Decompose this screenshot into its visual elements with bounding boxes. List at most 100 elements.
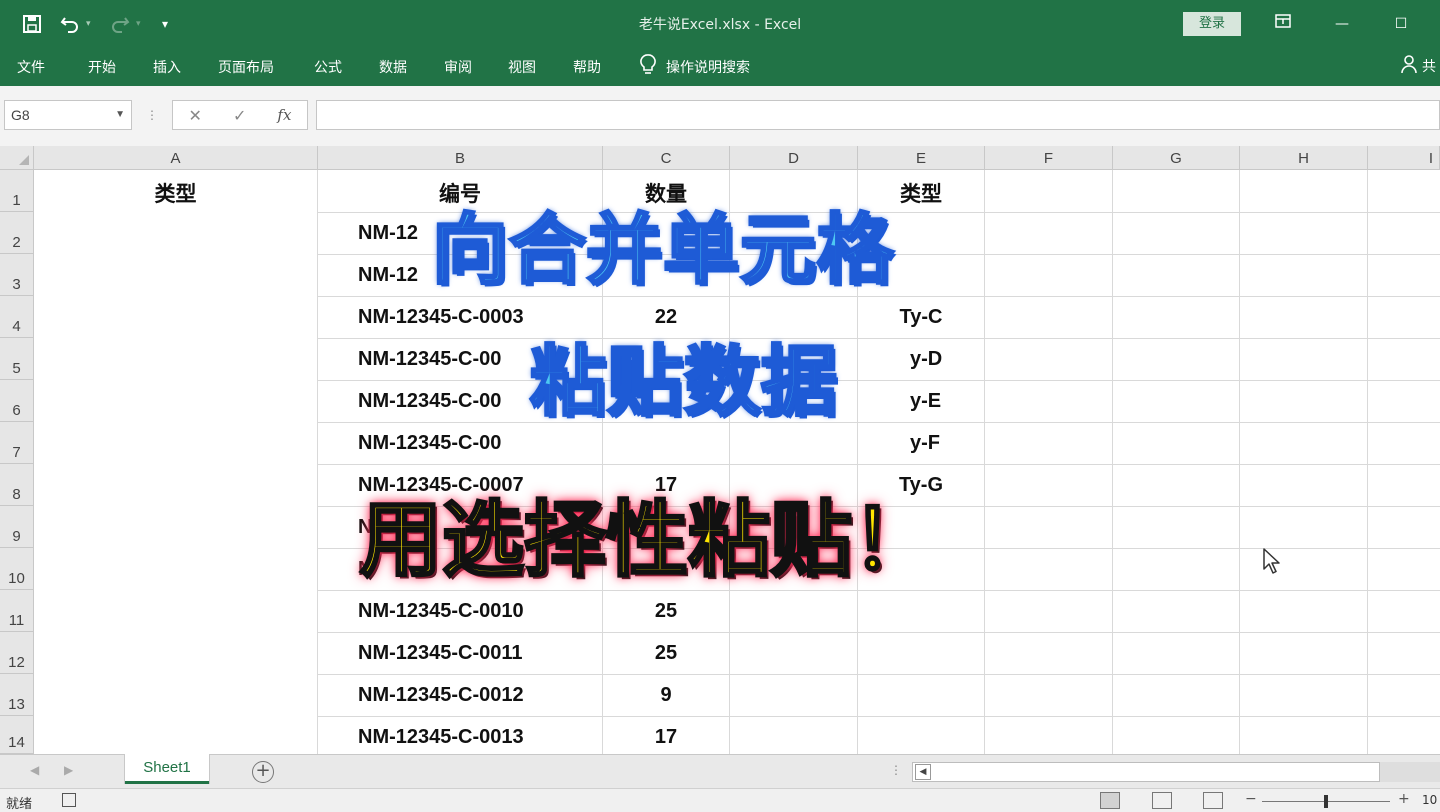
cell-b12[interactable]: NM-12345-C-0011 <box>358 642 523 665</box>
row-header[interactable]: 5 <box>0 338 34 380</box>
lightbulb-icon <box>640 54 656 80</box>
row-header[interactable]: 10 <box>0 548 34 590</box>
zoom-slider-thumb[interactable] <box>1324 795 1328 808</box>
tab-formulas[interactable]: 公式 <box>314 57 342 77</box>
cell-b13[interactable]: NM-12345-C-0012 <box>358 684 524 707</box>
cell-c14[interactable]: 17 <box>603 726 729 749</box>
tab-review[interactable]: 审阅 <box>444 57 472 77</box>
cell-b4[interactable]: NM-12345-C-0003 <box>358 306 524 329</box>
login-button[interactable]: 登录 <box>1183 12 1241 36</box>
column-header-e[interactable]: E <box>858 146 985 170</box>
maximize-icon[interactable]: ☐ <box>1386 10 1416 38</box>
column-header-i[interactable]: I <box>1368 146 1440 170</box>
select-all-corner[interactable] <box>0 146 34 170</box>
cell-c13[interactable]: 9 <box>603 684 729 707</box>
cell-b14[interactable]: NM-12345-C-0013 <box>358 726 524 749</box>
cell-b7[interactable]: NM-12345-C-00 <box>358 432 501 455</box>
row-header[interactable]: 2 <box>0 212 34 254</box>
tell-me-label: 操作说明搜索 <box>666 60 750 76</box>
merged-cell-a2-a14[interactable] <box>34 212 317 754</box>
normal-view-icon[interactable] <box>1100 792 1120 809</box>
row-header[interactable]: 13 <box>0 674 34 716</box>
row-header[interactable]: 14 <box>0 716 34 754</box>
tab-home[interactable]: 开始 <box>88 57 116 77</box>
row-header[interactable]: 9 <box>0 506 34 548</box>
tab-help[interactable]: 帮助 <box>573 57 601 77</box>
scrollbar-track[interactable] <box>1380 762 1440 782</box>
add-sheet-icon[interactable]: + <box>252 761 274 783</box>
cell-b5[interactable]: NM-12345-C-00 <box>358 348 501 371</box>
next-sheet-icon[interactable]: ▶ <box>64 763 73 777</box>
cell-b11[interactable]: NM-12345-C-0010 <box>358 600 524 623</box>
tab-page-layout[interactable]: 页面布局 <box>218 57 274 77</box>
cell-b3[interactable]: NM-12 <box>358 264 418 287</box>
cell-e6[interactable]: y-E <box>910 390 941 413</box>
cell-e4[interactable]: Ty-C <box>858 306 984 329</box>
zoom-out-icon[interactable]: − <box>1245 791 1257 807</box>
cancel-icon[interactable]: ✕ <box>189 106 202 125</box>
share-label: 共 <box>1422 59 1436 75</box>
person-icon <box>1400 54 1418 78</box>
cell-c11[interactable]: 25 <box>603 600 729 623</box>
zoom-in-icon[interactable]: + <box>1398 791 1410 807</box>
formula-bar: G8 ▼ ⋮ ✕ ✓ fx <box>0 86 1440 146</box>
row-header[interactable]: 1 <box>0 170 34 212</box>
tab-splitter-icon[interactable]: ⋮ <box>890 763 902 777</box>
cell-e1[interactable]: 类型 <box>858 178 984 208</box>
zoom-level[interactable]: 10 <box>1422 793 1437 807</box>
cell-a1[interactable]: 类型 <box>34 178 317 208</box>
row-header[interactable]: 4 <box>0 296 34 338</box>
cell-e5[interactable]: y-D <box>910 348 942 371</box>
column-header-h[interactable]: H <box>1240 146 1368 170</box>
status-ready: 就绪 <box>6 797 33 812</box>
column-header-b[interactable]: B <box>318 146 603 170</box>
tab-data[interactable]: 数据 <box>379 57 407 77</box>
column-header-g[interactable]: G <box>1113 146 1240 170</box>
formula-input[interactable] <box>316 100 1440 130</box>
sheet-tab-bar: ◀ ▶ Sheet1 + ⋮ ◀ <box>0 754 1440 788</box>
page-layout-view-icon[interactable] <box>1152 792 1172 809</box>
row-header[interactable]: 11 <box>0 590 34 632</box>
cell-c1[interactable]: 数量 <box>603 178 729 208</box>
column-header-c[interactable]: C <box>603 146 730 170</box>
minimize-icon[interactable]: — <box>1327 10 1357 38</box>
tab-insert[interactable]: 插入 <box>153 57 181 77</box>
share-button[interactable]: 共 <box>1400 54 1436 78</box>
row-header[interactable]: 8 <box>0 464 34 506</box>
title-bar: ▾ ▾ ▾ 老牛说Excel.xlsx - Excel 登录 — ☐ <box>0 0 1440 48</box>
column-header-d[interactable]: D <box>730 146 858 170</box>
row-header[interactable]: 12 <box>0 632 34 674</box>
macro-record-icon[interactable] <box>62 793 76 807</box>
prev-sheet-icon[interactable]: ◀ <box>30 763 39 777</box>
scroll-left-icon[interactable]: ◀ <box>915 764 931 780</box>
tab-view[interactable]: 视图 <box>508 57 536 77</box>
column-header-a[interactable]: A <box>34 146 318 170</box>
name-box[interactable]: G8 ▼ <box>4 100 132 130</box>
caption-line-1: 向合并单元格 <box>431 205 895 294</box>
tell-me-search[interactable]: 操作说明搜索 <box>640 54 750 80</box>
mouse-cursor-icon <box>1262 547 1282 579</box>
cell-b6[interactable]: NM-12345-C-00 <box>358 390 501 413</box>
page-break-view-icon[interactable] <box>1203 792 1223 809</box>
row-header[interactable]: 3 <box>0 254 34 296</box>
enter-icon[interactable]: ✓ <box>233 106 246 125</box>
cell-b1[interactable]: 编号 <box>318 178 602 208</box>
sheet-tab-sheet1[interactable]: Sheet1 <box>125 754 209 784</box>
insert-function-icon[interactable]: fx <box>277 106 291 124</box>
formula-buttons: ✕ ✓ fx <box>172 100 308 130</box>
column-header-f[interactable]: F <box>985 146 1113 170</box>
status-bar: 就绪 − + 10 <box>0 788 1440 812</box>
ribbon-tabs: 文件 开始 插入 页面布局 公式 数据 审阅 视图 帮助 操作说明搜索 共 <box>0 48 1440 86</box>
row-header[interactable]: 6 <box>0 380 34 422</box>
cell-c4[interactable]: 22 <box>603 306 729 329</box>
cell-b2[interactable]: NM-12 <box>358 222 418 245</box>
cell-c12[interactable]: 25 <box>603 642 729 665</box>
ribbon-display-options-icon[interactable] <box>1268 10 1298 38</box>
formula-bar-grip-icon[interactable]: ⋮ <box>146 108 158 122</box>
cell-e7[interactable]: y-F <box>910 432 940 455</box>
horizontal-scrollbar[interactable]: ◀ <box>912 762 1380 782</box>
caption-line-3: 用选择性粘贴！ <box>358 493 935 588</box>
name-box-dropdown-icon[interactable]: ▼ <box>115 101 125 129</box>
tab-file[interactable]: 文件 <box>17 57 45 77</box>
row-header[interactable]: 7 <box>0 422 34 464</box>
